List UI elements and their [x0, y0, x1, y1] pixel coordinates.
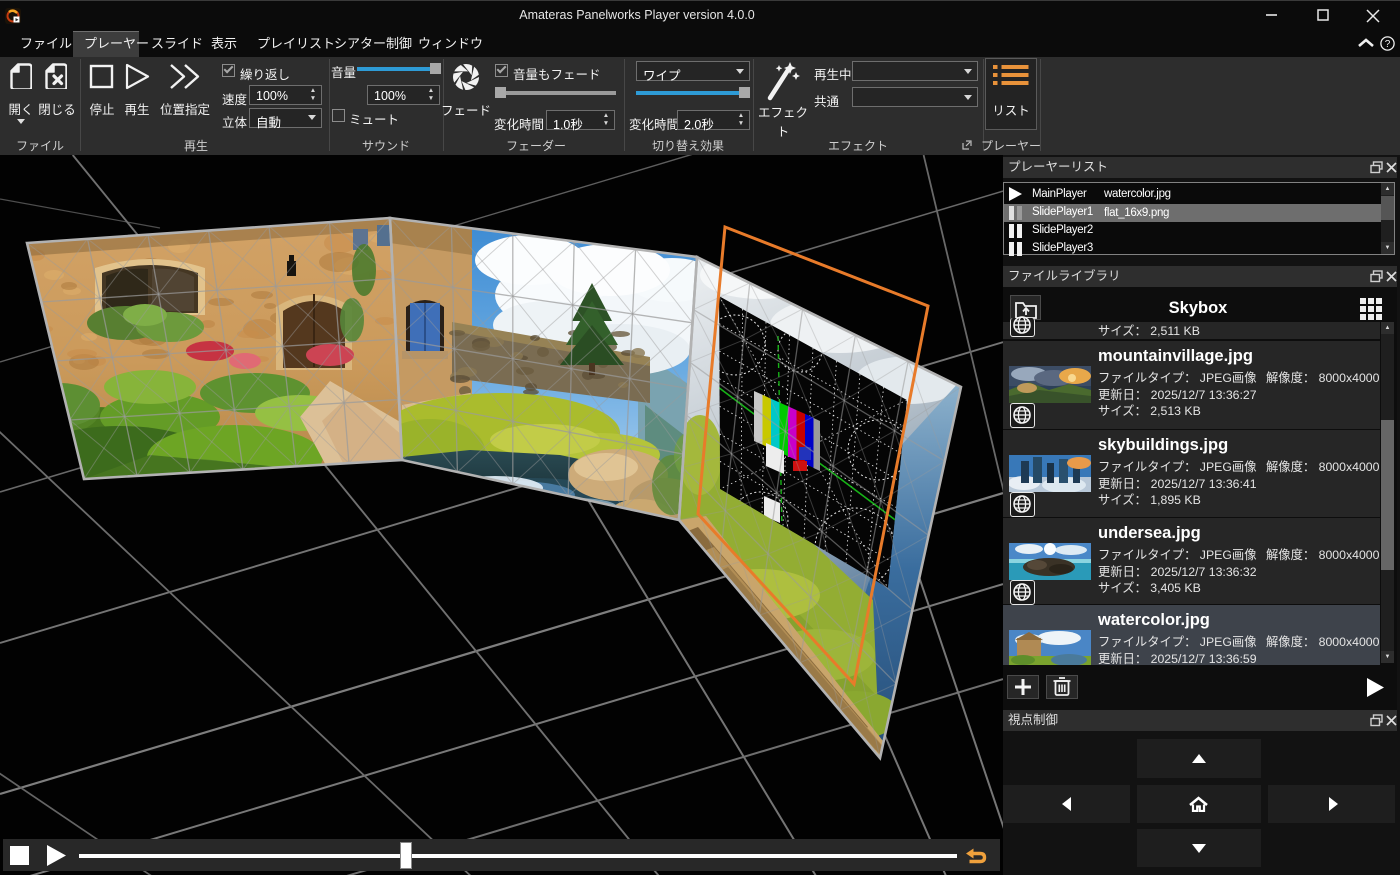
svg-text:?: ? — [1385, 39, 1391, 50]
